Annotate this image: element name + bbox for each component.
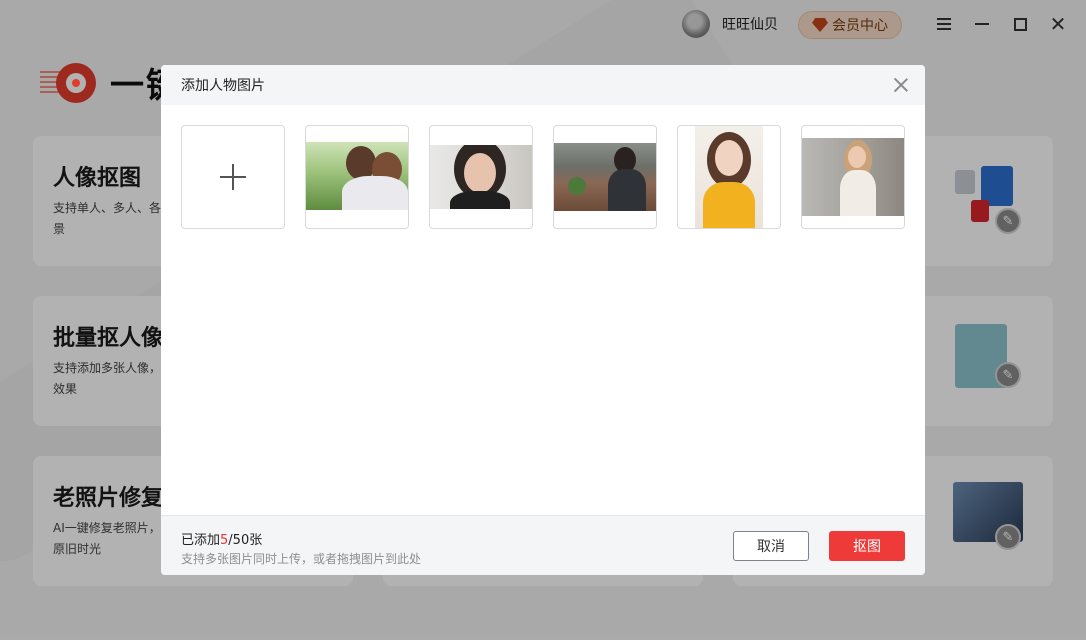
image-thumbnail[interactable] <box>429 125 533 229</box>
cutout-button[interactable]: 抠图 <box>829 531 905 561</box>
image-preview <box>306 142 408 210</box>
cancel-button[interactable]: 取消 <box>733 531 809 561</box>
count-suffix: /50张 <box>228 533 263 548</box>
dialog-footer: 已添加5/50张 支持多张图片同时上传，或者拖拽图片到此处 取消 抠图 <box>161 515 925 575</box>
image-grid <box>181 125 905 229</box>
image-preview <box>554 143 656 211</box>
upload-hint: 支持多张图片同时上传，或者拖拽图片到此处 <box>181 552 422 566</box>
image-preview <box>430 145 532 209</box>
dialog-header: 添加人物图片 <box>161 65 925 105</box>
image-thumbnail[interactable] <box>801 125 905 229</box>
image-preview <box>802 138 904 216</box>
add-image-button[interactable] <box>181 125 285 229</box>
close-icon[interactable] <box>891 75 911 95</box>
add-images-dialog: 添加人物图片 已添加5/50张 支持多张图片同时上传，或者拖拽图片到此处 取消 … <box>161 65 925 575</box>
image-thumbnail[interactable] <box>677 125 781 229</box>
added-count: 已添加5/50张 <box>181 529 262 548</box>
image-thumbnail[interactable] <box>305 125 409 229</box>
plus-icon <box>220 164 246 190</box>
dialog-title: 添加人物图片 <box>181 78 265 94</box>
image-thumbnail[interactable] <box>553 125 657 229</box>
count-prefix: 已添加 <box>181 533 221 548</box>
image-preview <box>695 126 763 228</box>
